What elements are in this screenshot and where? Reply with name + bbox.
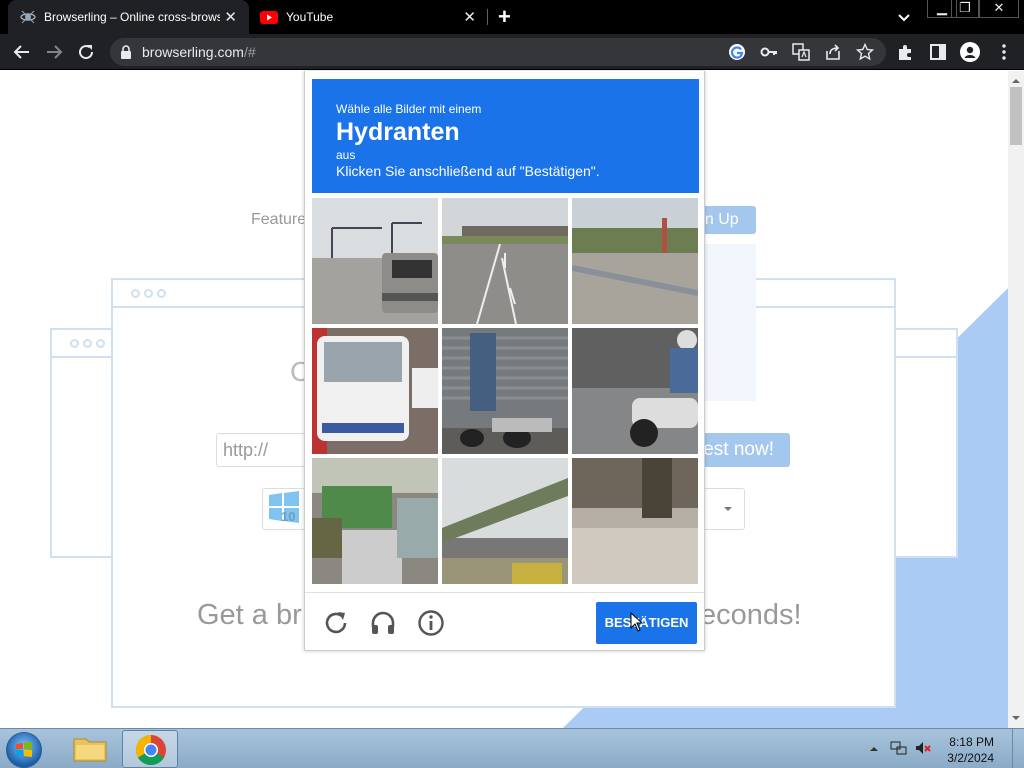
- profile-avatar-icon[interactable]: [960, 42, 980, 62]
- address-bar[interactable]: browserling.com/#: [110, 38, 886, 66]
- tab-divider: [487, 9, 488, 25]
- os-version-badge: 10: [281, 509, 296, 524]
- browser-toolbar: browserling.com/#: [0, 34, 1024, 70]
- highway-overpass-image: [442, 198, 568, 324]
- captcha-tile[interactable]: [572, 328, 698, 454]
- url-text: browserling.com/#: [142, 44, 256, 60]
- street-intersection-image: [312, 198, 438, 324]
- parked-scooters-image: [442, 328, 568, 454]
- browser-tab-strip: Browserling – Online cross-browser testi…: [0, 0, 1024, 34]
- captcha-image-grid: [312, 198, 700, 586]
- captcha-tile[interactable]: [572, 458, 698, 584]
- green-truck-image: [312, 458, 438, 584]
- bookmark-star-icon[interactable]: [856, 43, 874, 61]
- scroll-down-arrow-icon[interactable]: [1012, 716, 1020, 724]
- help-info-icon[interactable]: [417, 609, 445, 637]
- blurry-sidewalk-image: [572, 458, 698, 584]
- windows-taskbar: 8:18 PM 3/2/2024: [0, 728, 1024, 768]
- close-tab-icon[interactable]: ✕: [224, 8, 237, 26]
- captcha-footer: BESTÄTIGEN: [305, 592, 704, 651]
- white-van-image: [312, 328, 438, 454]
- window-close-button[interactable]: ✕: [979, 0, 1019, 18]
- volume-muted-icon[interactable]: [914, 739, 932, 757]
- recaptcha-challenge: Wähle alle Bilder mit einem Hydranten au…: [304, 71, 705, 651]
- captcha-tile[interactable]: [312, 198, 438, 324]
- captcha-tile[interactable]: [312, 458, 438, 584]
- side-panel-icon[interactable]: [929, 43, 947, 61]
- captcha-tile[interactable]: [442, 198, 568, 324]
- reload-icon[interactable]: [76, 42, 96, 62]
- verify-button[interactable]: BESTÄTIGEN: [596, 602, 697, 644]
- tagline-right: econds!: [700, 599, 802, 631]
- target-object-keyword: Hydranten: [336, 118, 460, 146]
- google-lens-icon[interactable]: [728, 43, 746, 61]
- reload-challenge-icon[interactable]: [322, 609, 350, 637]
- youtube-favicon-icon: [260, 10, 278, 24]
- instruction-line: Klicken Sie anschließend auf "Bestätigen…: [336, 163, 600, 179]
- test-now-button[interactable]: est now!: [694, 433, 790, 467]
- password-key-icon[interactable]: [760, 43, 778, 61]
- captcha-tile[interactable]: [312, 328, 438, 454]
- nav-link-features[interactable]: Feature: [251, 211, 306, 229]
- tab-title: Browserling – Online cross-browser testi…: [44, 10, 220, 24]
- instruction-line: aus: [336, 148, 356, 162]
- caret-down-icon: [724, 507, 732, 515]
- forward-arrow-icon[interactable]: [44, 42, 64, 62]
- os-selector[interactable]: 10: [262, 488, 306, 530]
- captcha-tile[interactable]: [442, 328, 568, 454]
- chrome-logo-icon: [135, 735, 166, 766]
- show-hidden-icons-arrow-icon[interactable]: [870, 743, 878, 751]
- mouse-pointer-icon: [630, 612, 644, 632]
- back-arrow-icon[interactable]: [12, 42, 32, 62]
- lock-icon[interactable]: [120, 45, 132, 59]
- close-tab-icon[interactable]: ✕: [463, 8, 476, 26]
- clock-date[interactable]: 3/2/2024: [940, 751, 994, 765]
- window-restore-button[interactable]: ❐: [951, 0, 979, 18]
- instruction-line: Wähle alle Bilder mit einem: [336, 102, 482, 116]
- page-scrollbar[interactable]: [1008, 71, 1024, 728]
- motorcycle-rider-image: [572, 328, 698, 454]
- tab-browserling[interactable]: Browserling – Online cross-browser testi…: [8, 0, 249, 34]
- browser-version-dropdown[interactable]: [700, 488, 745, 530]
- captcha-tile[interactable]: [442, 458, 568, 584]
- show-desktop-button[interactable]: [1012, 729, 1024, 768]
- tab-youtube[interactable]: YouTube ✕: [252, 0, 488, 34]
- audio-challenge-headphones-icon[interactable]: [369, 609, 397, 637]
- taskbar-chrome[interactable]: [122, 730, 178, 768]
- scroll-thumb[interactable]: [1010, 87, 1022, 145]
- url-input[interactable]: http://: [216, 433, 312, 467]
- tab-title: YouTube: [286, 10, 334, 24]
- new-tab-plus-icon[interactable]: +: [498, 4, 511, 30]
- elevated-road-image: [442, 458, 568, 584]
- network-icon[interactable]: [890, 739, 908, 757]
- tab-search-chevron-icon[interactable]: [896, 9, 912, 25]
- browserling-favicon-icon: [20, 10, 36, 24]
- clock-time[interactable]: 8:18 PM: [940, 735, 994, 749]
- captcha-instructions: Wähle alle Bilder mit einem Hydranten au…: [312, 79, 699, 193]
- tagline-left: Get a br: [197, 599, 302, 631]
- captcha-tile[interactable]: [572, 198, 698, 324]
- folder-icon: [73, 738, 107, 762]
- chrome-menu-kebab-icon[interactable]: [995, 43, 1013, 61]
- share-icon[interactable]: [824, 43, 842, 61]
- extensions-puzzle-icon[interactable]: [897, 43, 915, 61]
- taskbar-file-explorer[interactable]: [62, 730, 118, 768]
- roadside-guardrail-image: [572, 198, 698, 324]
- start-button[interactable]: [6, 732, 42, 768]
- scroll-up-arrow-icon[interactable]: [1012, 75, 1020, 83]
- windows-logo-icon: [16, 742, 32, 757]
- translate-icon[interactable]: [792, 43, 810, 61]
- pale-panel: [698, 244, 756, 401]
